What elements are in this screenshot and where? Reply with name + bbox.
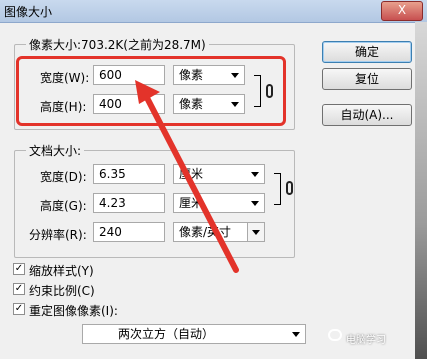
resample-checkbox[interactable]: ✓ [13, 303, 25, 315]
dropdown-button[interactable] [247, 223, 264, 241]
chevron-down-icon [252, 230, 260, 235]
doc-height-label: 高度(G): [40, 199, 87, 213]
resolution-unit-select[interactable]: 像素/英寸 [173, 222, 265, 242]
doc-link-bracket [274, 173, 281, 205]
chevron-down-icon [292, 332, 300, 337]
chain-link-icon [286, 181, 293, 195]
doc-height-input[interactable]: 4.23 [93, 193, 165, 213]
highlight-box [16, 56, 286, 126]
resolution-input[interactable]: 240 [93, 222, 165, 242]
doc-width-unit-value: 厘米 [179, 167, 204, 181]
auto-button[interactable]: 自动(A)... [322, 104, 412, 126]
doc-width-unit-select[interactable]: 厘米 [173, 164, 265, 184]
doc-height-unit-select[interactable]: 厘米 [173, 193, 265, 213]
window-title: 图像大小 [4, 5, 53, 19]
constrain-checkbox[interactable]: ✓ [13, 283, 25, 295]
document-size-title: 文档大小: [26, 142, 85, 159]
resolution-label: 分辨率(R): [29, 228, 87, 242]
doc-width-input[interactable]: 6.35 [93, 164, 165, 184]
resample-method-select[interactable]: 两次立方（自动） [82, 324, 306, 344]
constrain-label: 约束比例(C) [29, 284, 95, 298]
pixel-dimensions-title: 像素大小:703.2K(之前为28.7M) [26, 36, 209, 53]
doc-height-unit-value: 厘米 [179, 196, 204, 210]
resample-method-value: 两次立方（自动） [118, 327, 215, 341]
title-bar: 图像大小 X [0, 0, 427, 23]
wechat-icon [328, 329, 342, 341]
resolution-unit-value: 像素/英寸 [179, 225, 232, 239]
ok-button[interactable]: 确定 [322, 41, 412, 63]
scale-styles-checkbox[interactable]: ✓ [13, 263, 25, 275]
close-button[interactable]: X [381, 1, 423, 21]
watermark-text: 电脑学习 [346, 335, 386, 346]
chevron-down-icon [251, 201, 259, 206]
scale-styles-label: 缩放样式(Y) [29, 264, 94, 278]
background-edge [415, 22, 427, 359]
resample-label: 重定图像像素(I): [29, 304, 118, 318]
chevron-down-icon [251, 172, 259, 177]
doc-width-label: 宽度(D): [40, 170, 87, 184]
reset-button[interactable]: 复位 [322, 68, 412, 90]
